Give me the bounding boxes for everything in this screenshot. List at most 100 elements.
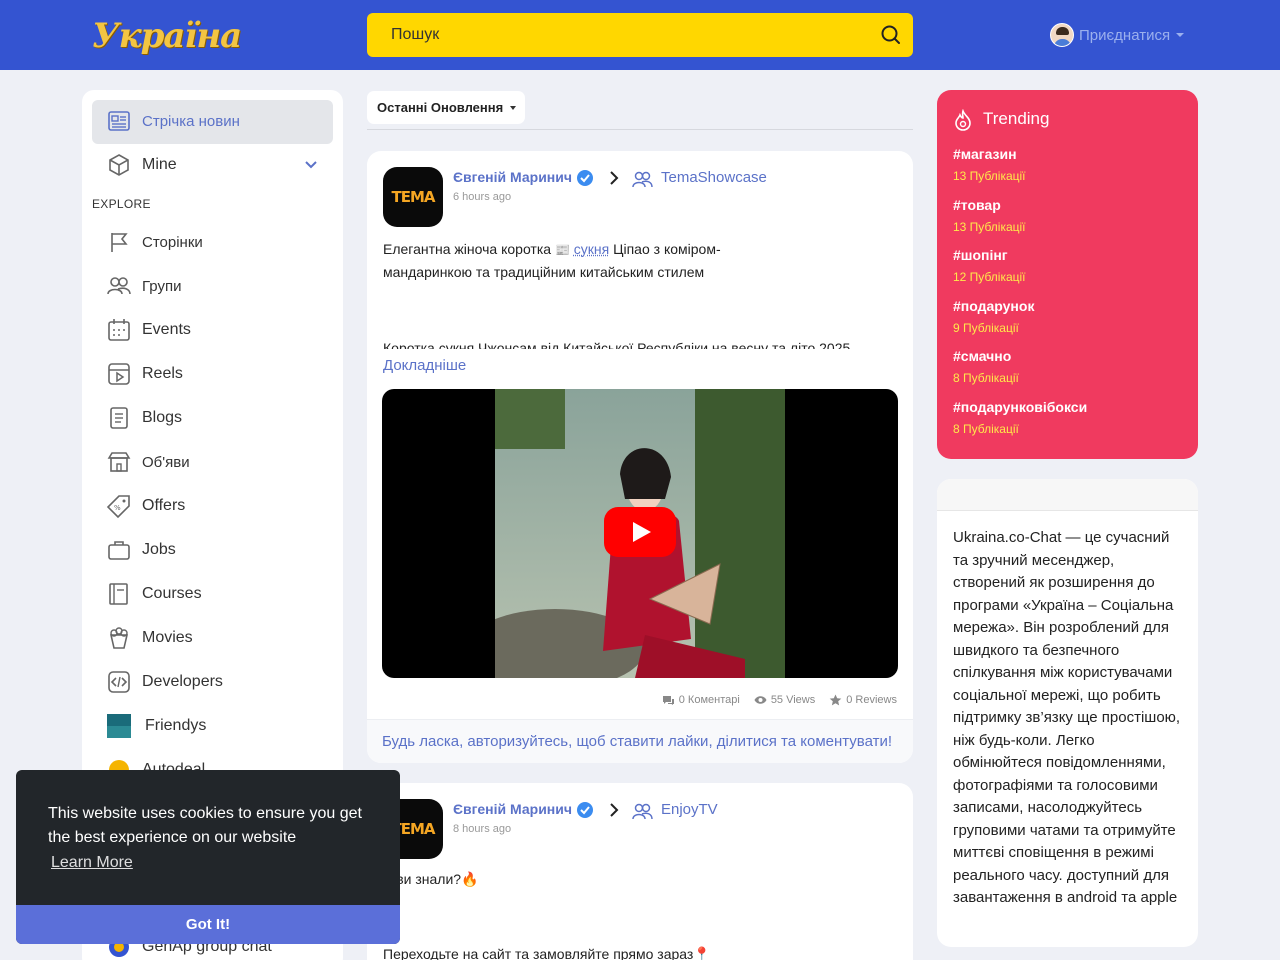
post-timestamp[interactable]: 8 hours ago <box>453 823 511 835</box>
sidebar-item-offers[interactable]: % Offers <box>106 491 185 521</box>
trending-tag-count: 12 Публікації <box>953 270 1026 284</box>
comments-count: 0 Коментарі <box>679 694 740 706</box>
explore-heading: EXPLORE <box>92 197 151 211</box>
group-icon <box>106 273 132 299</box>
cookie-accept-button[interactable]: Got It! <box>16 905 400 944</box>
verified-badge-icon <box>576 169 594 187</box>
post-body: Переходьте на сайт та замовляйте прямо з… <box>383 946 711 960</box>
sidebar-item-classifieds[interactable]: Об'яви <box>106 447 190 477</box>
code-icon <box>106 669 132 695</box>
trending-panel: Trending #магазин 13 Публікації #товар 1… <box>937 90 1198 459</box>
post-group-link[interactable]: EnjoyTV <box>661 801 718 818</box>
search-bar[interactable] <box>367 13 913 57</box>
trending-tag-count: 8 Публікації <box>953 371 1019 385</box>
sidebar-item-pages[interactable]: Сторінки <box>106 227 203 257</box>
trending-tag[interactable]: #шопінг <box>953 247 1008 263</box>
newspaper-icon <box>106 108 132 134</box>
chevron-right-icon <box>608 802 620 818</box>
feed-filter-dropdown[interactable]: Останні Оновлення <box>367 91 525 124</box>
sidebar-item-label: Сторінки <box>142 234 203 251</box>
about-widget-header <box>937 479 1198 511</box>
chevron-down-icon[interactable] <box>304 158 318 172</box>
flag-icon <box>106 229 132 255</box>
calendar-icon <box>106 317 132 343</box>
sidebar-item-developers[interactable]: Developers <box>106 667 223 697</box>
blog-icon <box>106 405 132 431</box>
search-icon[interactable] <box>880 24 902 46</box>
group-icon <box>631 801 653 821</box>
site-logo[interactable]: Україна <box>92 10 224 60</box>
post-timestamp[interactable]: 6 hours ago <box>453 191 511 203</box>
post-text-part: Елегантна жіноча коротка <box>383 241 551 257</box>
sidebar-item-jobs[interactable]: Jobs <box>106 535 176 565</box>
sidebar-item-friendys[interactable]: Friendys <box>106 711 206 741</box>
briefcase-icon <box>106 537 132 563</box>
sidebar-item-label: Offers <box>142 497 185 515</box>
top-navbar: Україна Приєднатися <box>0 0 1280 70</box>
sidebar-item-mine[interactable]: Mine <box>106 150 177 180</box>
reviews-count: 0 Reviews <box>846 694 897 706</box>
svg-text:%: % <box>114 504 121 512</box>
sidebar-item-label: Events <box>142 321 191 339</box>
filter-label: Останні Оновлення <box>377 100 503 115</box>
cube-icon <box>106 152 132 178</box>
chevron-right-icon <box>608 170 620 186</box>
post-card: TEMA Євгеній Маринич EnjoyTV 8 hours ago… <box>367 783 913 960</box>
read-more-link[interactable]: Докладніше <box>383 357 466 374</box>
sidebar-item-label: Mine <box>142 156 177 174</box>
trending-tag[interactable]: #подарунковібокси <box>953 399 1087 415</box>
fire-icon <box>953 109 973 131</box>
reels-icon <box>106 361 132 387</box>
trending-tag-count: 13 Публікації <box>953 169 1026 183</box>
trending-tag-count: 13 Публікації <box>953 220 1026 234</box>
reviews-stat[interactable]: 0 Reviews <box>829 694 897 706</box>
feed-divider <box>367 129 913 130</box>
sidebar-item-label: Reels <box>142 365 183 383</box>
search-input[interactable] <box>367 13 867 57</box>
sidebar-item-reels[interactable]: Reels <box>106 359 183 389</box>
sidebar-item-groups[interactable]: Групи <box>106 271 181 301</box>
tema-logo-icon: TEMA <box>391 190 434 204</box>
sidebar-item-label: Developers <box>142 673 223 691</box>
cookie-banner: This website uses cookies to ensure you … <box>16 770 400 944</box>
trending-tag[interactable]: #магазин <box>953 146 1017 162</box>
sidebar-item-label: Courses <box>142 585 202 603</box>
views-stat: 55 Views <box>754 694 815 706</box>
sidebar-item-label: Blogs <box>142 409 182 427</box>
views-count: 55 Views <box>771 694 815 706</box>
verified-badge-icon <box>576 801 594 819</box>
sidebar-item-label: Jobs <box>142 541 176 559</box>
post-body: Елегантна жіноча коротка 📰 сукня Ціпао з… <box>383 238 763 283</box>
sidebar-item-news-feed[interactable]: Стрічка новин <box>106 106 240 136</box>
comments-stat[interactable]: 0 Коментарі <box>662 694 740 706</box>
store-icon <box>106 449 132 475</box>
post-author-name[interactable]: Євгеній Маринич <box>453 169 572 185</box>
sidebar-item-movies[interactable]: Movies <box>106 623 193 653</box>
chevron-down-icon <box>1176 33 1184 37</box>
post-author-name[interactable]: Євгеній Маринич <box>453 801 572 817</box>
post-card: TEMA Євгеній Маринич TemaShowcase 6 hour… <box>367 151 913 763</box>
post-stats: 0 Коментарі 55 Views 0 Reviews <box>648 694 897 706</box>
cookie-message: This website uses cookies to ensure you … <box>48 802 378 850</box>
popcorn-icon <box>106 625 132 651</box>
sidebar-item-label: Movies <box>142 629 193 647</box>
sidebar-item-label: Friendys <box>145 717 206 735</box>
sidebar-item-courses[interactable]: Courses <box>106 579 202 609</box>
post-group-link[interactable]: TemaShowcase <box>661 169 767 186</box>
sidebar-item-label: Стрічка новин <box>142 113 240 130</box>
post-author-avatar[interactable]: TEMA <box>383 167 443 227</box>
login-prompt-link[interactable]: Будь ласка, авторизуйтесь, щоб ставити л… <box>382 733 892 750</box>
trending-tag[interactable]: #смачно <box>953 348 1011 364</box>
cookie-learn-more-link[interactable]: Learn More <box>51 854 133 872</box>
play-button[interactable] <box>604 507 676 557</box>
about-widget: Ukraina.co-Chat — це сучасний та зручний… <box>937 479 1198 947</box>
trending-tag[interactable]: #подарунок <box>953 298 1034 314</box>
join-dropdown[interactable]: Приєднатися <box>1050 22 1184 48</box>
star-icon <box>829 694 842 706</box>
post-hashtag-link[interactable]: сукня <box>574 241 609 257</box>
sidebar-item-events[interactable]: Events <box>106 315 191 345</box>
join-label: Приєднатися <box>1079 27 1170 44</box>
trending-tag[interactable]: #товар <box>953 197 1001 213</box>
video-embed[interactable] <box>382 389 898 678</box>
sidebar-item-blogs[interactable]: Blogs <box>106 403 182 433</box>
